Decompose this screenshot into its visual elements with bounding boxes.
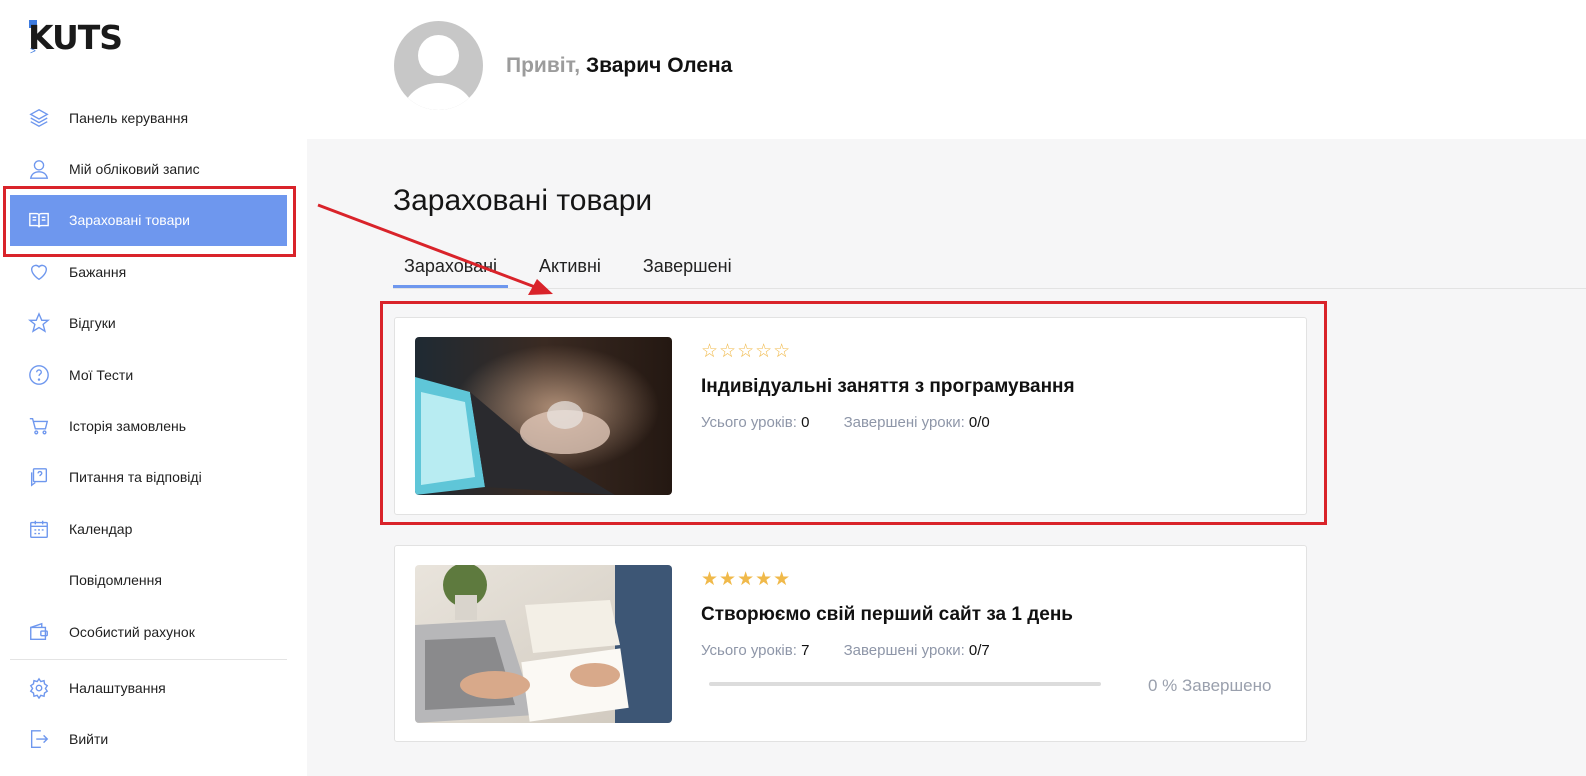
header: Привіт, Зварич Олена (307, 0, 1586, 139)
sidebar-item-settings[interactable]: Налаштування (10, 662, 287, 713)
sidebar-item-dashboard[interactable]: Панель керування (10, 92, 287, 143)
avatar[interactable] (394, 21, 483, 110)
progress-label: 0 % Завершено (1148, 676, 1272, 695)
sidebar-item-label: Питання та відповіді (69, 469, 202, 486)
study-photo (415, 565, 672, 723)
sidebar-item-label: Налаштування (69, 679, 166, 696)
sidebar-item-label: Панель керування (69, 109, 189, 126)
completed-lessons-value: 0/7 (968, 642, 990, 659)
sidebar-item-logout[interactable]: Вийти (10, 714, 287, 765)
logo-arrow-icon: > (30, 46, 36, 57)
completed-lessons-label: Завершені уроки: (843, 642, 965, 659)
course-info: ★★★★★ Створюємо свій перший сайт за 1 де… (701, 569, 1073, 660)
wallet-icon (30, 622, 48, 640)
greeting-text: Привіт, (506, 54, 581, 77)
sidebar-item-label: Календар (69, 520, 133, 537)
sidebar-item-reviews[interactable]: Відгуки (10, 298, 287, 349)
greeting: Привіт, Зварич Олена (506, 54, 732, 78)
logout-icon (30, 730, 49, 749)
sidebar-divider (10, 659, 287, 661)
tab-enrolled[interactable]: Зараховані (393, 250, 509, 288)
sidebar-item-label: Повідомлення (69, 572, 162, 589)
course-meta: Усього уроків: 7 Завершені уроки: 0/7 (701, 642, 1073, 659)
tabs: Зараховані Активні Завершені (393, 250, 763, 290)
sidebar-item-label: Особистий рахунок (69, 623, 195, 640)
course-card[interactable]: ★★★★★ Створюємо свій перший сайт за 1 де… (394, 545, 1307, 742)
question-icon (29, 364, 49, 385)
tab-completed[interactable]: Завершені (632, 250, 743, 288)
user-icon (29, 160, 49, 179)
layers-icon (29, 108, 49, 127)
page-title: Зараховані товари (393, 184, 653, 217)
total-lessons-label: Усього уроків: (701, 642, 797, 659)
calendar-icon (30, 520, 48, 538)
sidebar: KUTS > Панель керування Мій обліковий за… (0, 0, 307, 776)
sidebar-item-orders[interactable]: Історія замовлень (10, 400, 287, 451)
course-thumbnail[interactable] (415, 565, 672, 723)
logo[interactable]: KUTS (28, 18, 123, 57)
sidebar-item-label: Вийти (69, 731, 109, 748)
star-icon (28, 312, 50, 333)
highlight-box-sidebar (3, 186, 296, 257)
course-title[interactable]: Створюємо свій перший сайт за 1 день (701, 604, 1073, 626)
sidebar-item-label: Мій обліковий запис (69, 161, 200, 178)
sidebar-item-wallet[interactable]: Особистий рахунок (10, 606, 287, 657)
tab-active[interactable]: Активні (528, 250, 612, 288)
sidebar-item-label: Історія замовлень (69, 418, 187, 435)
tabs-divider (393, 288, 1586, 289)
cart-icon (29, 418, 49, 435)
gear-icon (29, 677, 49, 699)
sidebar-item-label: Відгуки (69, 315, 116, 332)
rating-stars: ★★★★★ (701, 569, 792, 590)
sidebar-item-calendar[interactable]: Календар (10, 503, 287, 554)
total-lessons-value: 7 (801, 642, 810, 659)
heart-icon (30, 264, 48, 281)
sidebar-item-qa[interactable]: Питання та відповіді (10, 452, 287, 503)
qa-icon (30, 468, 48, 488)
user-name: Зварич Олена (585, 54, 733, 77)
sidebar-item-label: Бажання (69, 263, 127, 280)
highlight-box-course (380, 301, 1327, 525)
progress-bar (709, 682, 1101, 686)
sidebar-item-messages[interactable]: Повідомлення (10, 555, 287, 606)
sidebar-item-quizzes[interactable]: Мої Тести (10, 349, 287, 400)
sidebar-item-label: Мої Тести (69, 366, 134, 383)
avatar-body (403, 83, 474, 110)
avatar-head (418, 35, 459, 76)
